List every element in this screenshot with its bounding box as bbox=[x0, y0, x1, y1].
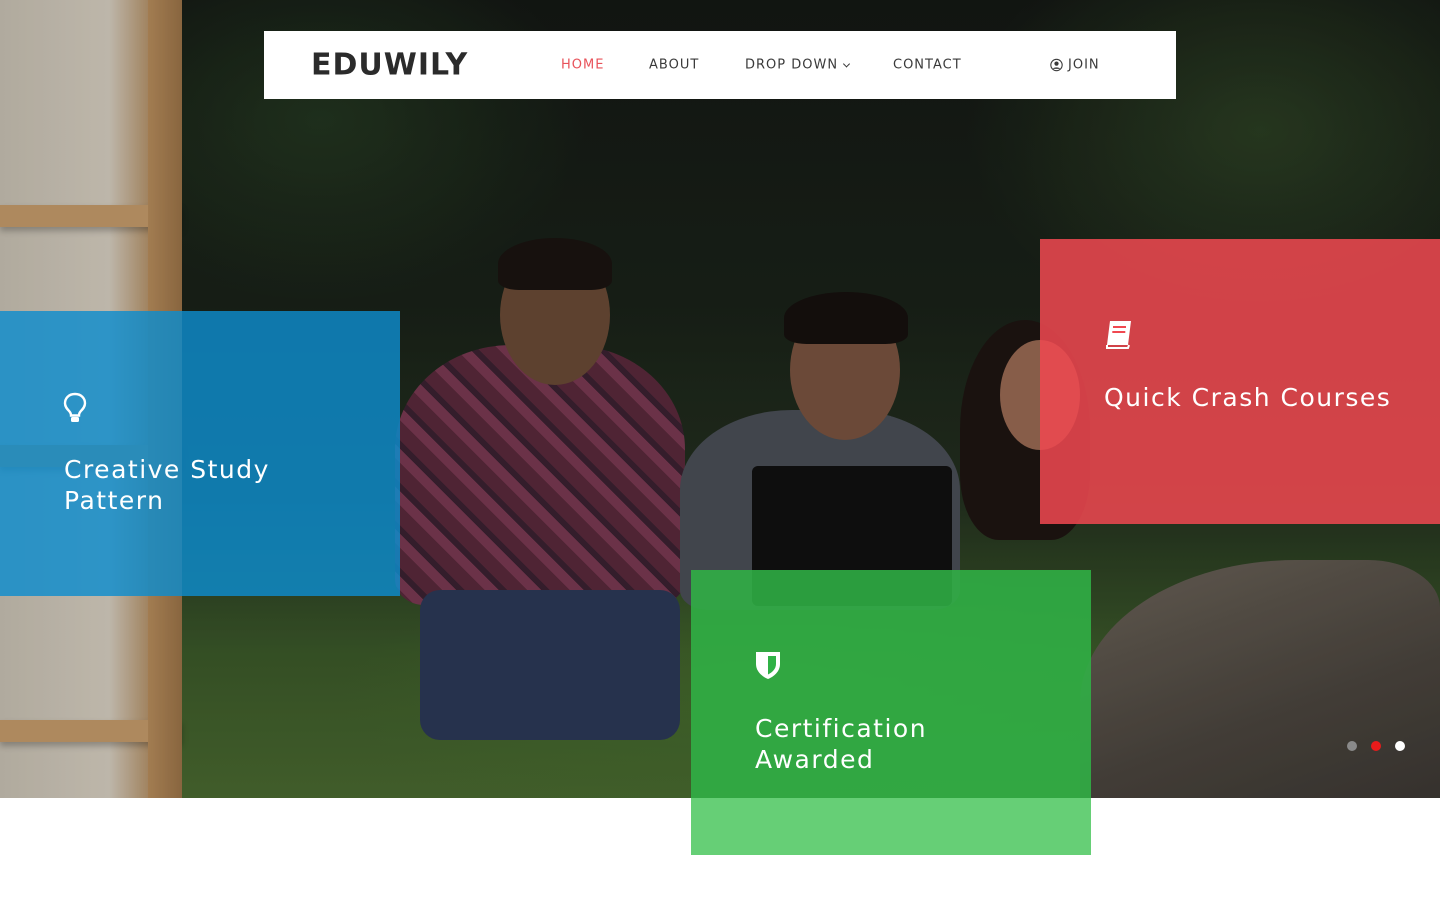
feature-title: Quick Crash Courses bbox=[1104, 383, 1392, 412]
nav-item-about[interactable]: ABOUT bbox=[649, 58, 699, 73]
shield-icon bbox=[756, 652, 780, 679]
slider-dot[interactable] bbox=[1395, 741, 1405, 751]
join-button[interactable]: JOIN bbox=[1050, 58, 1100, 73]
feature-card-crash-courses[interactable]: Quick Crash Courses bbox=[1040, 239, 1440, 524]
slider-pagination bbox=[1347, 741, 1405, 751]
feature-card-creative-study[interactable]: Creative Study Pattern bbox=[0, 311, 400, 596]
nav-item-label: HOME bbox=[561, 57, 605, 73]
slider-dot-active[interactable] bbox=[1371, 741, 1381, 751]
top-navbar: EDUWILY HOME ABOUT DROP DOWN CONTACT JOI… bbox=[264, 31, 1176, 99]
feature-card-extension bbox=[691, 798, 1091, 855]
feature-title: Creative Study Pattern bbox=[64, 455, 270, 515]
feature-title: Certification Awarded bbox=[755, 714, 928, 774]
book-icon bbox=[1106, 321, 1131, 349]
lightbulb-icon bbox=[63, 392, 87, 422]
user-circle-icon bbox=[1050, 58, 1063, 72]
nav-item-dropdown[interactable]: DROP DOWN bbox=[745, 57, 851, 73]
nav-item-contact[interactable]: CONTACT bbox=[893, 58, 962, 73]
nav-item-label: DROP DOWN bbox=[745, 57, 839, 73]
nav-item-home[interactable]: HOME bbox=[561, 58, 604, 73]
nav-item-label: ABOUT bbox=[649, 57, 700, 73]
slider-dot[interactable] bbox=[1347, 741, 1357, 751]
site-logo[interactable]: EDUWILY bbox=[311, 48, 468, 83]
nav-item-label: CONTACT bbox=[893, 57, 962, 73]
chevron-down-icon bbox=[843, 59, 851, 68]
join-label: JOIN bbox=[1068, 57, 1100, 73]
